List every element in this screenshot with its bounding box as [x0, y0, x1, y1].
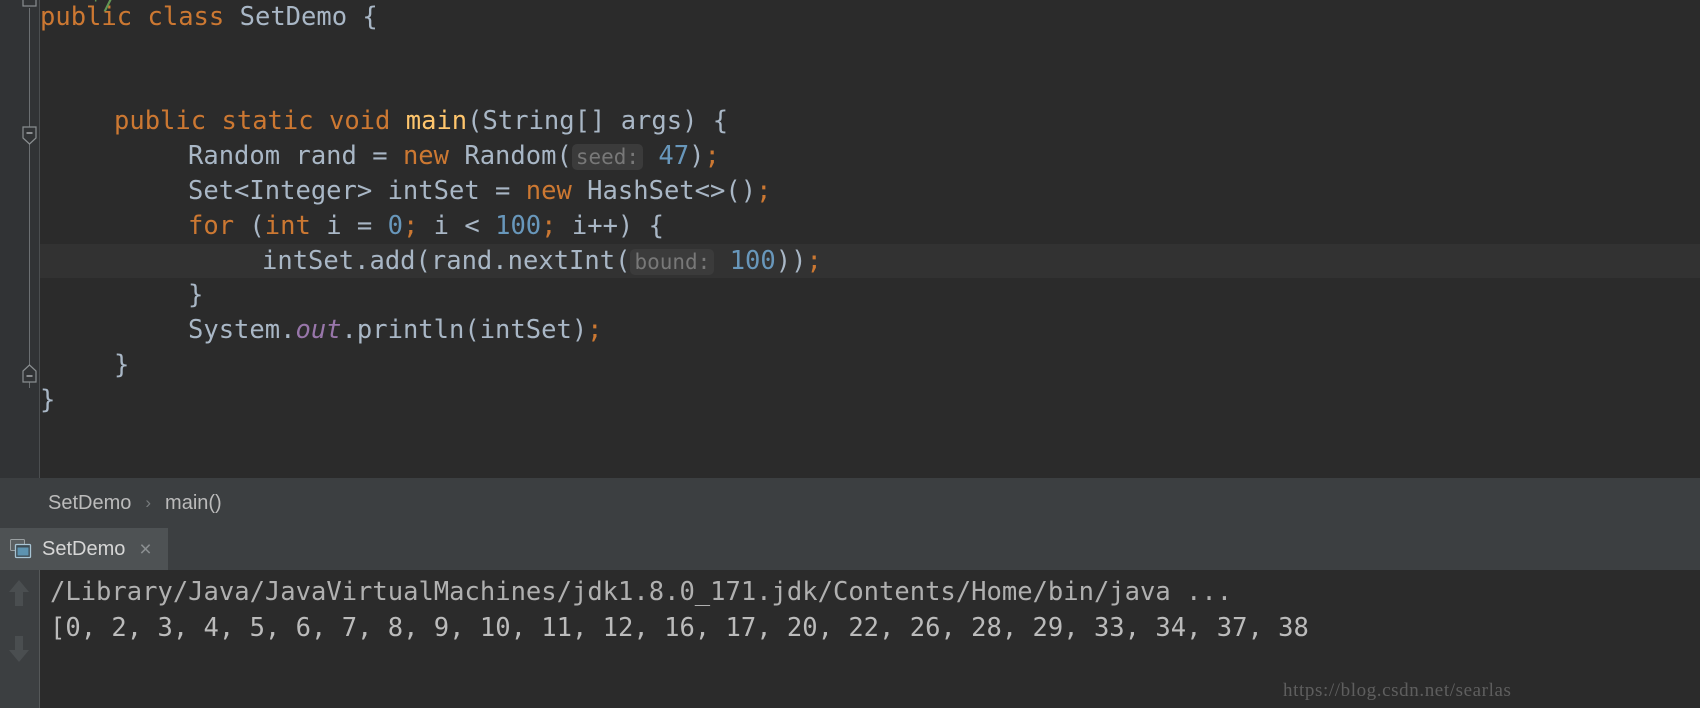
- code-line-main-decl[interactable]: public static void main(String[] args) {: [40, 104, 1700, 139]
- code-line-for-loop[interactable]: for (int i = 0; i < 100; i++) {: [40, 209, 1700, 244]
- token-kw: class: [147, 2, 225, 32]
- ide-window: */ public class SetDemo { public static v…: [0, 0, 1700, 708]
- token-ident: .println(intSet): [341, 315, 588, 346]
- token-punct: [206, 106, 221, 136]
- token-semi: ;: [704, 141, 720, 172]
- token-semi: ;: [756, 175, 772, 206]
- token-punct: [132, 2, 147, 32]
- token-ident: Random rand =: [188, 141, 403, 172]
- token-ident: HashSet<>(): [571, 175, 757, 206]
- code-line-blank-1[interactable]: [40, 35, 1700, 70]
- run-tab-setdemo[interactable]: SetDemo ×: [0, 528, 168, 570]
- code-line-random-decl[interactable]: Random rand = new Random(seed: 47);: [40, 139, 1700, 174]
- token-num: 0: [387, 210, 403, 241]
- token-kw: public: [114, 106, 207, 137]
- token-punct: }: [40, 384, 56, 415]
- token-punct: [643, 141, 658, 171]
- token-punct: }: [114, 349, 130, 380]
- token-field: out: [295, 315, 342, 346]
- console-line[interactable]: /Library/Java/JavaVirtualMachines/jdk1.8…: [50, 574, 1700, 610]
- fold-marker-method-icon[interactable]: [22, 126, 37, 145]
- gutter-separator: [39, 0, 40, 478]
- code-line-set-decl[interactable]: Set<Integer> intSet = new HashSet<>();: [40, 174, 1700, 209]
- run-console-icon: [10, 539, 32, 559]
- token-punct: [314, 106, 329, 136]
- token-ident: Set<Integer> intSet =: [188, 175, 526, 206]
- fold-marker-method-end-icon[interactable]: [22, 364, 37, 383]
- code-line-class-close[interactable]: }: [40, 383, 1700, 418]
- scroll-up-icon[interactable]: [4, 576, 34, 610]
- token-kw: int: [264, 210, 311, 241]
- token-punct: ): [689, 141, 705, 172]
- code-line-blank-2[interactable]: [40, 70, 1700, 105]
- token-ident: i++) {: [556, 210, 664, 241]
- editor-gutter[interactable]: [0, 0, 40, 478]
- token-semi: ;: [402, 210, 419, 241]
- token-punct: [714, 246, 729, 276]
- token-kw: void: [328, 106, 391, 137]
- code-editor[interactable]: */ public class SetDemo { public static v…: [0, 0, 1700, 478]
- token-punct: [390, 106, 405, 136]
- token-mname: main: [405, 106, 468, 137]
- code-fold-line: [29, 8, 30, 388]
- token-num: 100: [495, 210, 542, 241]
- token-kw: static: [221, 106, 314, 137]
- code-line-set-add[interactable]: intSet.add(rand.nextInt(bound: 100));: [0, 243, 1700, 279]
- token-kw: new: [402, 141, 449, 172]
- breadcrumb[interactable]: SetDemo › main(): [0, 478, 1700, 528]
- code-line-for-close[interactable]: }: [40, 278, 1700, 313]
- run-tab-bar-empty: [167, 528, 1700, 570]
- token-kw: new: [525, 175, 572, 206]
- token-punct: }: [188, 280, 204, 311]
- token-kw: for: [188, 210, 235, 241]
- breadcrumb-separator-icon: ›: [145, 493, 152, 512]
- token-hint: seed:: [571, 144, 644, 171]
- token-num: 100: [729, 245, 776, 276]
- token-semi: ;: [806, 245, 822, 276]
- token-num: 47: [658, 141, 690, 172]
- run-console[interactable]: /Library/Java/JavaVirtualMachines/jdk1.8…: [0, 570, 1700, 708]
- block-comment-end: */: [88, 0, 119, 16]
- code-line-class-decl[interactable]: public class SetDemo {: [40, 0, 1700, 35]
- token-hint: bound:: [630, 248, 715, 275]
- close-icon[interactable]: ×: [139, 539, 151, 560]
- run-tab-label: SetDemo: [42, 537, 126, 560]
- token-punct: (String[] args) {: [467, 106, 729, 137]
- code-line-println[interactable]: System.out.println(intSet);: [40, 313, 1700, 348]
- token-punct: (: [234, 210, 265, 241]
- token-punct: {: [347, 2, 378, 32]
- token-ident: Random(: [449, 141, 572, 172]
- run-tool-window-tabs[interactable]: SetDemo ×: [0, 528, 1700, 570]
- token-punct: [224, 2, 239, 32]
- token-ident: SetDemo: [239, 2, 348, 32]
- token-ident: i =: [310, 210, 388, 241]
- console-line[interactable]: [0, 2, 3, 4, 5, 6, 7, 8, 9, 10, 11, 12, …: [50, 610, 1700, 646]
- token-ident: System.: [188, 315, 296, 346]
- token-semi: ;: [541, 210, 557, 241]
- token-ident: i <: [418, 210, 496, 241]
- token-ident: intSet.add(rand.nextInt(: [262, 245, 631, 276]
- code-line-main-close[interactable]: }: [40, 348, 1700, 383]
- console-gutter[interactable]: [0, 570, 40, 708]
- code-content[interactable]: public class SetDemo { public static void…: [0, 0, 1700, 478]
- fold-marker-comment-icon[interactable]: [22, 0, 37, 9]
- console-output[interactable]: /Library/Java/JavaVirtualMachines/jdk1.8…: [40, 570, 1700, 708]
- token-semi: ;: [587, 315, 603, 346]
- scroll-down-icon[interactable]: [4, 632, 34, 666]
- breadcrumb-class[interactable]: SetDemo: [48, 492, 131, 515]
- breadcrumb-method[interactable]: main(): [165, 492, 222, 515]
- token-punct: )): [775, 245, 807, 276]
